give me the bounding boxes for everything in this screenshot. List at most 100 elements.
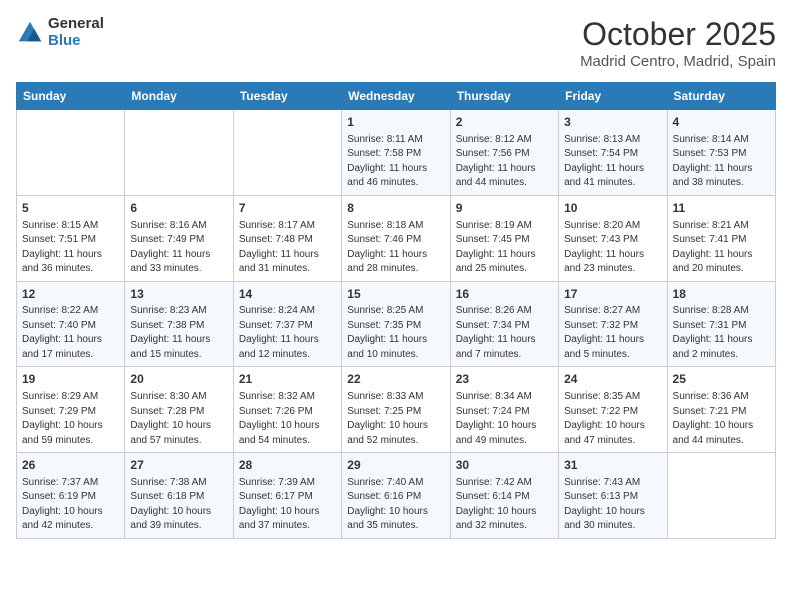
cell-content: Sunrise: 8:28 AM Sunset: 7:31 PM Dayligh… bbox=[673, 304, 770, 362]
calendar-week-row: 19 Sunrise: 8:29 AM Sunset: 7:29 PM Dayli… bbox=[17, 367, 776, 453]
cell-content: Sunrise: 8:19 AM Sunset: 7:45 PM Dayligh… bbox=[456, 219, 553, 277]
calendar-cell: 14Sunrise: 8:24 AM Sunset: 7:37 PM Dayli… bbox=[233, 281, 341, 367]
cell-content: Sunrise: 7:38 AM Sunset: 6:18 PM Dayligh… bbox=[130, 476, 227, 534]
cell-content: Sunrise: 8:30 AM Sunset: 7:28 PM Dayligh… bbox=[130, 390, 227, 448]
day-number: 13 bbox=[130, 286, 227, 303]
day-number: 15 bbox=[347, 286, 444, 303]
cell-content: Sunrise: 8:32 AM Sunset: 7:26 PM Dayligh… bbox=[239, 390, 336, 448]
cell-content: Sunrise: 8:29 AM Sunset: 7:29 PM Dayligh… bbox=[22, 390, 119, 448]
day-header-friday: Friday bbox=[559, 83, 667, 110]
day-number: 7 bbox=[239, 200, 336, 217]
day-number: 19 bbox=[22, 371, 119, 388]
cell-content: Sunrise: 8:27 AM Sunset: 7:32 PM Dayligh… bbox=[564, 304, 661, 362]
calendar-cell: 19 Sunrise: 8:29 AM Sunset: 7:29 PM Dayli… bbox=[17, 367, 125, 453]
calendar-cell: 26 Sunrise: 7:37 AM Sunset: 6:19 PM Dayli… bbox=[17, 453, 125, 539]
calendar-cell: 9Sunrise: 8:19 AM Sunset: 7:45 PM Daylig… bbox=[450, 195, 558, 281]
day-number: 4 bbox=[673, 114, 770, 131]
calendar-cell bbox=[125, 110, 233, 196]
calendar-cell: 11Sunrise: 8:21 AM Sunset: 7:41 PM Dayli… bbox=[667, 195, 775, 281]
page-header: General Blue October 2025 Madrid Centro,… bbox=[16, 16, 776, 70]
day-number: 12 bbox=[22, 286, 119, 303]
calendar-cell: 3 Sunrise: 8:13 AM Sunset: 7:54 PM Daylig… bbox=[559, 110, 667, 196]
day-number: 31 bbox=[564, 457, 661, 474]
day-number: 22 bbox=[347, 371, 444, 388]
day-number: 28 bbox=[239, 457, 336, 474]
day-number: 3 bbox=[564, 114, 661, 131]
logo-icon bbox=[16, 19, 44, 47]
cell-content: Sunrise: 8:14 AM Sunset: 7:53 PM Dayligh… bbox=[673, 133, 770, 191]
cell-content: Sunrise: 8:11 AM Sunset: 7:58 PM Dayligh… bbox=[347, 133, 444, 191]
cell-content: Sunrise: 8:20 AM Sunset: 7:43 PM Dayligh… bbox=[564, 219, 661, 277]
cell-content: Sunrise: 8:34 AM Sunset: 7:24 PM Dayligh… bbox=[456, 390, 553, 448]
calendar-cell: 12Sunrise: 8:22 AM Sunset: 7:40 PM Dayli… bbox=[17, 281, 125, 367]
calendar-cell: 5Sunrise: 8:15 AM Sunset: 7:51 PM Daylig… bbox=[17, 195, 125, 281]
calendar-cell bbox=[17, 110, 125, 196]
calendar-cell: 10 Sunrise: 8:20 AM Sunset: 7:43 PM Dayli… bbox=[559, 195, 667, 281]
calendar-week-row: 5Sunrise: 8:15 AM Sunset: 7:51 PM Daylig… bbox=[17, 195, 776, 281]
title-block: October 2025 Madrid Centro, Madrid, Spai… bbox=[580, 16, 776, 70]
day-number: 18 bbox=[673, 286, 770, 303]
day-number: 17 bbox=[564, 286, 661, 303]
calendar-cell: 7 Sunrise: 8:17 AM Sunset: 7:48 PM Daylig… bbox=[233, 195, 341, 281]
cell-content: Sunrise: 8:13 AM Sunset: 7:54 PM Dayligh… bbox=[564, 133, 661, 191]
day-number: 5 bbox=[22, 200, 119, 217]
cell-content: Sunrise: 7:43 AM Sunset: 6:13 PM Dayligh… bbox=[564, 476, 661, 534]
cell-content: Sunrise: 8:18 AM Sunset: 7:46 PM Dayligh… bbox=[347, 219, 444, 277]
day-number: 26 bbox=[22, 457, 119, 474]
day-number: 11 bbox=[673, 200, 770, 217]
calendar-cell: 18Sunrise: 8:28 AM Sunset: 7:31 PM Dayli… bbox=[667, 281, 775, 367]
cell-content: Sunrise: 7:42 AM Sunset: 6:14 PM Dayligh… bbox=[456, 476, 553, 534]
cell-content: Sunrise: 8:26 AM Sunset: 7:34 PM Dayligh… bbox=[456, 304, 553, 362]
day-header-wednesday: Wednesday bbox=[342, 83, 450, 110]
calendar-cell bbox=[667, 453, 775, 539]
calendar-cell: 13Sunrise: 8:23 AM Sunset: 7:38 PM Dayli… bbox=[125, 281, 233, 367]
logo-text: General Blue bbox=[48, 16, 104, 49]
calendar-cell: 31 Sunrise: 7:43 AM Sunset: 6:13 PM Dayli… bbox=[559, 453, 667, 539]
calendar-header-row: SundayMondayTuesdayWednesdayThursdayFrid… bbox=[17, 83, 776, 110]
calendar-cell: 16Sunrise: 8:26 AM Sunset: 7:34 PM Dayli… bbox=[450, 281, 558, 367]
calendar-week-row: 26 Sunrise: 7:37 AM Sunset: 6:19 PM Dayli… bbox=[17, 453, 776, 539]
day-number: 2 bbox=[456, 114, 553, 131]
cell-content: Sunrise: 8:24 AM Sunset: 7:37 PM Dayligh… bbox=[239, 304, 336, 362]
calendar-cell: 27 Sunrise: 7:38 AM Sunset: 6:18 PM Dayli… bbox=[125, 453, 233, 539]
calendar-cell: 15Sunrise: 8:25 AM Sunset: 7:35 PM Dayli… bbox=[342, 281, 450, 367]
calendar-cell: 20 Sunrise: 8:30 AM Sunset: 7:28 PM Dayli… bbox=[125, 367, 233, 453]
day-number: 23 bbox=[456, 371, 553, 388]
calendar-cell: 30 Sunrise: 7:42 AM Sunset: 6:14 PM Dayli… bbox=[450, 453, 558, 539]
cell-content: Sunrise: 8:25 AM Sunset: 7:35 PM Dayligh… bbox=[347, 304, 444, 362]
calendar-cell: 1 Sunrise: 8:11 AM Sunset: 7:58 PM Daylig… bbox=[342, 110, 450, 196]
day-number: 8 bbox=[347, 200, 444, 217]
cell-content: Sunrise: 7:40 AM Sunset: 6:16 PM Dayligh… bbox=[347, 476, 444, 534]
cell-content: Sunrise: 7:39 AM Sunset: 6:17 PM Dayligh… bbox=[239, 476, 336, 534]
day-number: 29 bbox=[347, 457, 444, 474]
calendar-week-row: 1 Sunrise: 8:11 AM Sunset: 7:58 PM Daylig… bbox=[17, 110, 776, 196]
day-number: 6 bbox=[130, 200, 227, 217]
calendar-cell: 25Sunrise: 8:36 AM Sunset: 7:21 PM Dayli… bbox=[667, 367, 775, 453]
calendar-cell: 29 Sunrise: 7:40 AM Sunset: 6:16 PM Dayli… bbox=[342, 453, 450, 539]
day-number: 27 bbox=[130, 457, 227, 474]
day-number: 20 bbox=[130, 371, 227, 388]
day-number: 10 bbox=[564, 200, 661, 217]
day-number: 30 bbox=[456, 457, 553, 474]
cell-content: Sunrise: 8:33 AM Sunset: 7:25 PM Dayligh… bbox=[347, 390, 444, 448]
cell-content: Sunrise: 8:23 AM Sunset: 7:38 PM Dayligh… bbox=[130, 304, 227, 362]
day-number: 1 bbox=[347, 114, 444, 131]
day-number: 14 bbox=[239, 286, 336, 303]
calendar-week-row: 12Sunrise: 8:22 AM Sunset: 7:40 PM Dayli… bbox=[17, 281, 776, 367]
location: Madrid Centro, Madrid, Spain bbox=[580, 53, 776, 70]
calendar-cell: 8 Sunrise: 8:18 AM Sunset: 7:46 PM Daylig… bbox=[342, 195, 450, 281]
calendar-cell: 28 Sunrise: 7:39 AM Sunset: 6:17 PM Dayli… bbox=[233, 453, 341, 539]
cell-content: Sunrise: 7:37 AM Sunset: 6:19 PM Dayligh… bbox=[22, 476, 119, 534]
calendar-cell: 6Sunrise: 8:16 AM Sunset: 7:49 PM Daylig… bbox=[125, 195, 233, 281]
cell-content: Sunrise: 8:22 AM Sunset: 7:40 PM Dayligh… bbox=[22, 304, 119, 362]
calendar-cell: 17Sunrise: 8:27 AM Sunset: 7:32 PM Dayli… bbox=[559, 281, 667, 367]
calendar-cell: 23 Sunrise: 8:34 AM Sunset: 7:24 PM Dayli… bbox=[450, 367, 558, 453]
calendar-cell: 2Sunrise: 8:12 AM Sunset: 7:56 PM Daylig… bbox=[450, 110, 558, 196]
calendar-cell: 21Sunrise: 8:32 AM Sunset: 7:26 PM Dayli… bbox=[233, 367, 341, 453]
calendar-cell bbox=[233, 110, 341, 196]
cell-content: Sunrise: 8:17 AM Sunset: 7:48 PM Dayligh… bbox=[239, 219, 336, 277]
day-header-sunday: Sunday bbox=[17, 83, 125, 110]
day-header-thursday: Thursday bbox=[450, 83, 558, 110]
day-number: 24 bbox=[564, 371, 661, 388]
logo: General Blue bbox=[16, 16, 104, 49]
